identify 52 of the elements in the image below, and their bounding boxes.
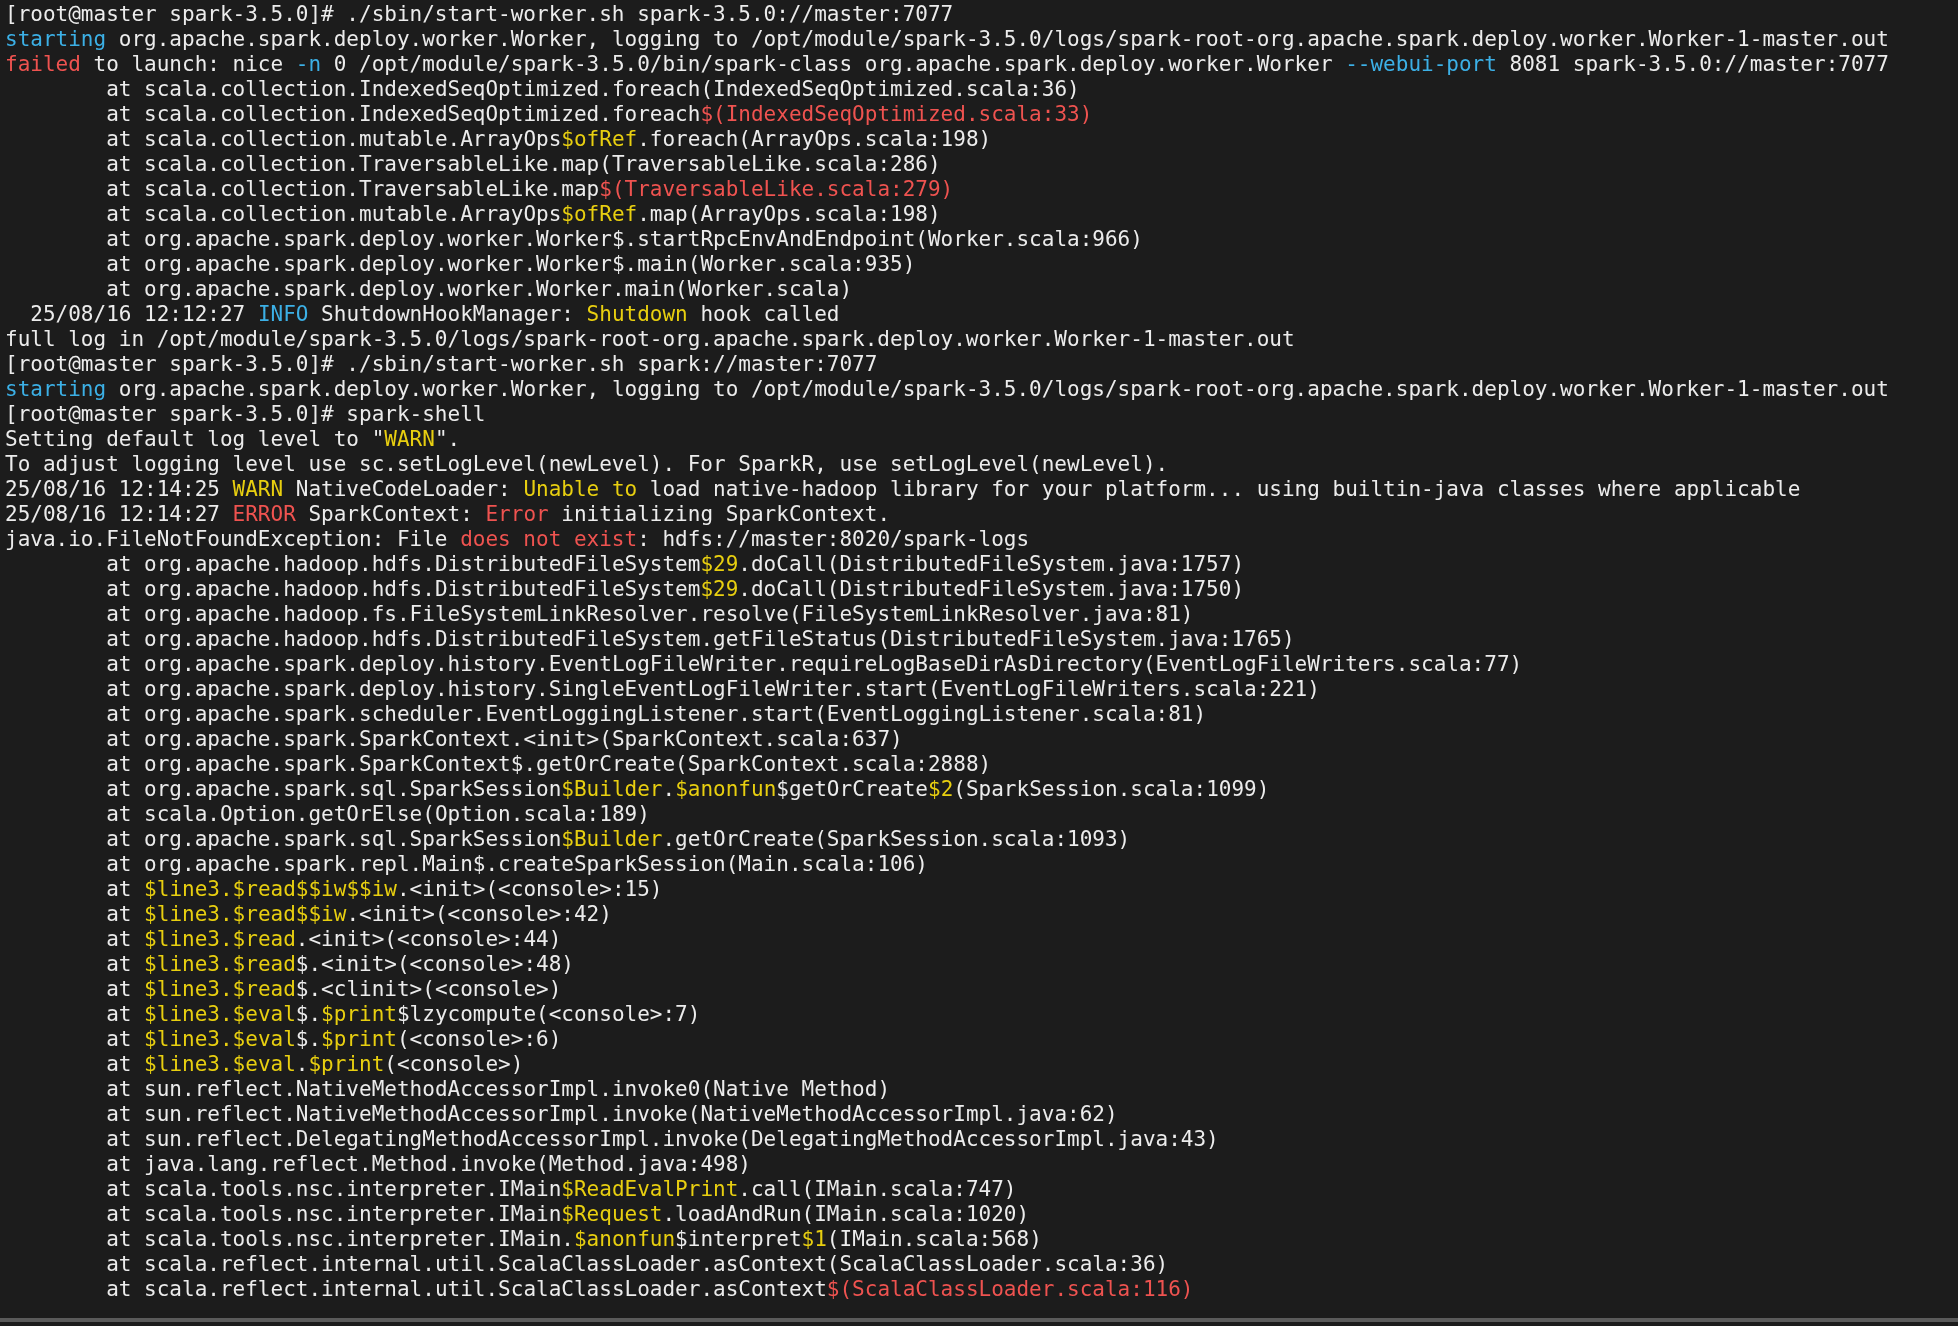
terminal-line: at $line3.$read$$iw.<init>(<console>:42) <box>105 902 612 927</box>
terminal-line: at sun.reflect.DelegatingMethodAccessorImpl.invoke(DelegatingMethodAccessorImpl.java:43) <box>105 1127 1219 1152</box>
terminal-line: at $line3.$read.<init>(<console>:44) <box>105 927 562 952</box>
terminal-line: at scala.collection.mutable.ArrayOps$ofRef.map(ArrayOps.scala:198) <box>105 202 941 227</box>
terminal-line: at scala.collection.IndexedSeqOptimized.foreach$(IndexedSeqOptimized.scala:33) <box>105 102 1093 127</box>
terminal-line: [root@master spark-3.5.0]# spark-shell <box>5 402 486 427</box>
terminal-line: To adjust logging level use sc.setLogLevel(newLevel). For SparkR, use setLogLevel(newLevel). <box>5 452 1169 477</box>
terminal-line: at org.apache.spark.SparkContext.<init>(SparkContext.scala:637) <box>105 727 903 752</box>
terminal-line: at org.apache.hadoop.hdfs.DistributedFileSystem$29.doCall(DistributedFileSystem.java:1750) <box>105 577 1245 602</box>
terminal-line: at scala.collection.IndexedSeqOptimized.foreach(IndexedSeqOptimized.scala:36) <box>105 77 1080 102</box>
terminal-line: at $line3.$read$.<clinit>(<console>) <box>105 977 562 1002</box>
terminal-line: at org.apache.hadoop.hdfs.DistributedFileSystem$29.doCall(DistributedFileSystem.java:1757) <box>105 552 1245 577</box>
terminal-line: at $line3.$read$.<init>(<console>:48) <box>105 952 574 977</box>
terminal-line: [root@master spark-3.5.0]# ./sbin/start-worker.sh spark://master:7077 <box>5 352 878 377</box>
terminal-line: at org.apache.spark.sql.SparkSession$Builder.getOrCreate(SparkSession.scala:1093) <box>105 827 1131 852</box>
terminal-line: at org.apache.spark.deploy.history.EventLogFileWriter.requireLogBaseDirAsDirectory(EventLogFileWriters.scala:77) <box>105 652 1523 677</box>
terminal-line: starting org.apache.spark.deploy.worker.Worker, logging to /opt/module/spark-3.5.0/logs/spark-root-org.apache.spark.deploy.worker.Worker-1-master.out <box>5 27 1889 52</box>
terminal-line: at java.lang.reflect.Method.invoke(Method.java:498) <box>105 1152 751 1177</box>
terminal-line: at sun.reflect.NativeMethodAccessorImpl.invoke0(Native Method) <box>105 1077 891 1102</box>
terminal-line: [root@master spark-3.5.0]# ./sbin/start-worker.sh spark-3.5.0://master:7077 <box>5 2 954 27</box>
terminal-line: at org.apache.spark.scheduler.EventLoggingListener.start(EventLoggingListener.scala:81) <box>105 702 1207 727</box>
terminal-line: at org.apache.spark.deploy.history.SingleEventLogFileWriter.start(EventLogFileWriters.scala:221) <box>105 677 1320 702</box>
terminal-line: at scala.tools.nsc.interpreter.IMain$ReadEvalPrint.call(IMain.scala:747) <box>105 1177 1017 1202</box>
terminal-line: at scala.Option.getOrElse(Option.scala:189) <box>105 802 650 827</box>
terminal-line: at $line3.$eval.$print(<console>) <box>105 1052 524 1077</box>
terminal-line: at org.apache.spark.deploy.worker.Worker$.startRpcEnvAndEndpoint(Worker.scala:966) <box>105 227 1143 252</box>
terminal-line: Setting default log level to "WARN". <box>5 427 461 452</box>
terminal-line: at org.apache.hadoop.fs.FileSystemLinkResolver.resolve(FileSystemLinkResolver.java:81) <box>105 602 1194 627</box>
terminal-line: at scala.tools.nsc.interpreter.IMain.$anonfun$interpret$1(IMain.scala:568) <box>105 1227 1042 1252</box>
terminal-line: at sun.reflect.NativeMethodAccessorImpl.invoke(NativeMethodAccessorImpl.java:62) <box>105 1102 1118 1127</box>
terminal-line: at org.apache.spark.deploy.worker.Worker.main(Worker.scala) <box>105 277 853 302</box>
terminal-line: at org.apache.spark.deploy.worker.Worker$.main(Worker.scala:935) <box>105 252 916 277</box>
terminal-line: at scala.collection.TraversableLike.map$(TraversableLike.scala:279) <box>105 177 954 202</box>
terminal-line: at scala.reflect.internal.util.ScalaClassLoader.asContext$(ScalaClassLoader.scala:116) <box>105 1277 1194 1302</box>
terminal-line: 25/08/16 12:14:25 WARN NativeCodeLoader: Unable to load native-hadoop library for your platform... using builtin-java classes where applicable <box>5 477 1801 502</box>
terminal-line: at scala.collection.mutable.ArrayOps$ofRef.foreach(ArrayOps.scala:198) <box>105 127 992 152</box>
terminal-line: at org.apache.hadoop.hdfs.DistributedFileSystem.getFileStatus(DistributedFileSystem.java:1765) <box>105 627 1295 652</box>
terminal-line: at scala.collection.TraversableLike.map(TraversableLike.scala:286) <box>105 152 941 177</box>
terminal-line: at $line3.$eval$.$print(<console>:6) <box>105 1027 562 1052</box>
terminal-line: at org.apache.spark.SparkContext$.getOrCreate(SparkContext.scala:2888) <box>105 752 992 777</box>
terminal-line: at org.apache.spark.repl.Main$.createSparkSession(Main.scala:106) <box>105 852 928 877</box>
terminal-line: at scala.reflect.internal.util.ScalaClassLoader.asContext(ScalaClassLoader.scala:36) <box>105 1252 1169 1277</box>
terminal-line: failed to launch: nice -n 0 /opt/module/spark-3.5.0/bin/spark-class org.apache.spark.deploy.worker.Worker --webui-port 8081 spark-3.5.0://master:7077 <box>5 52 1889 77</box>
terminal-line: starting org.apache.spark.deploy.worker.Worker, logging to /opt/module/spark-3.5.0/logs/spark-root-org.apache.spark.deploy.worker.Worker-1-master.out <box>5 377 1889 402</box>
terminal-line: at $line3.$read$$iw$$iw.<init>(<console>:15) <box>105 877 663 902</box>
terminal-line: at $line3.$eval$.$print$lzycompute(<console>:7) <box>105 1002 701 1027</box>
terminal-line: at scala.tools.nsc.interpreter.IMain$Request.loadAndRun(IMain.scala:1020) <box>105 1202 1030 1227</box>
terminal-line: full log in /opt/module/spark-3.5.0/logs/spark-root-org.apache.spark.deploy.worker.Worker-1-master.out <box>5 327 1295 352</box>
terminal-line: java.io.FileNotFoundException: File does not exist: hdfs://master:8020/spark-logs <box>5 527 1030 552</box>
terminal-line: 25/08/16 12:12:27 INFO ShutdownHookManager: Shutdown hook called <box>29 302 840 327</box>
terminal-line: at org.apache.spark.sql.SparkSession$Builder.$anonfun$getOrCreate$2(SparkSession.scala:1099) <box>105 777 1270 802</box>
terminal-line: 25/08/16 12:14:27 ERROR SparkContext: Error initializing SparkContext. <box>5 502 891 527</box>
